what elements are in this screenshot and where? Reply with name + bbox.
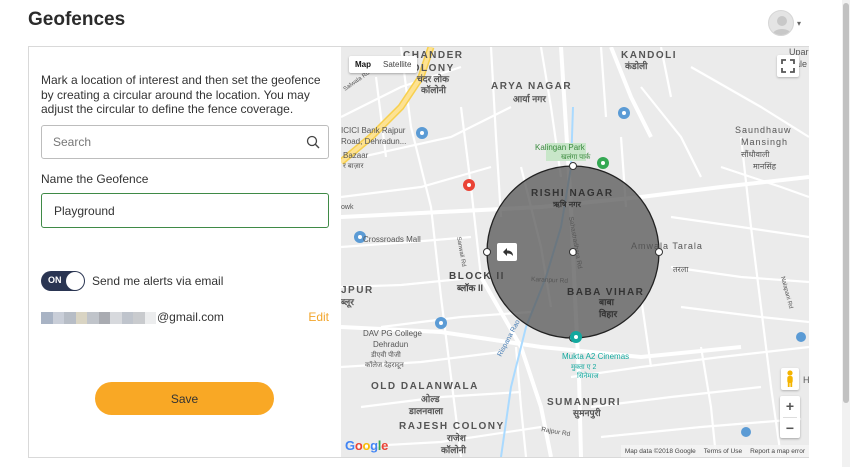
map-label: र बाज़ार — [343, 163, 364, 170]
redacted-email-user — [41, 312, 156, 324]
map-label: मानसिंह — [753, 161, 777, 171]
terms-link[interactable]: Terms of Use — [704, 448, 742, 455]
map-type-control: Map Satellite — [349, 56, 418, 73]
scrollbar-thumb[interactable] — [843, 3, 849, 403]
map-label: Mukta A2 Cinemas — [562, 352, 629, 361]
map-label: कॉलोनी — [440, 444, 467, 455]
alert-toggle[interactable]: ON — [41, 271, 85, 291]
geofence-name-input[interactable] — [42, 194, 322, 227]
zoom-in-button[interactable]: + — [780, 396, 800, 417]
map-label: SUMANPURI — [547, 397, 621, 408]
map-label: OLD DALANWALA — [371, 381, 479, 392]
map-label: ओल्ड — [421, 393, 441, 404]
chevron-down-icon[interactable]: ▾ — [797, 19, 801, 28]
geofence-card: Mark a location of interest and then set… — [28, 46, 809, 458]
email-row: @gmail.com Edit — [41, 309, 329, 327]
map-label: सौंधौवाली — [741, 149, 770, 159]
alert-toggle-row: ON Send me alerts via email — [41, 271, 223, 291]
map-label: Dehradun — [373, 340, 408, 349]
edit-email-link[interactable]: Edit — [308, 310, 329, 324]
map-label: Saundhauw — [735, 125, 792, 135]
geofences-page: Geofences ▾ Mark a location of interest … — [0, 0, 850, 467]
map-label: मुक्ता ए 2 — [571, 364, 597, 371]
map-label: RAJESH COLONY — [399, 421, 505, 432]
geofence-form: Mark a location of interest and then set… — [29, 47, 341, 457]
map-label: BLOCK II — [449, 271, 505, 282]
map-label: राजेश — [446, 432, 467, 443]
toggle-knob — [66, 272, 84, 290]
name-label: Name the Geofence — [41, 172, 149, 186]
report-map-error-link[interactable]: Report a map error — [750, 448, 805, 455]
map-label: owk — [341, 204, 354, 211]
intro-text: Mark a location of interest and then set… — [41, 73, 321, 117]
search-icon[interactable] — [306, 135, 320, 149]
map-view[interactable]: CHANDER COLONY चंदर लोक कॉलोनी KANDOLI क… — [341, 47, 809, 457]
map-label: बाबा — [598, 297, 615, 307]
map-label: कॉलोनी — [420, 84, 447, 95]
user-avatar-icon[interactable] — [768, 10, 794, 36]
map-label: कॉलेज देहरादून — [365, 360, 404, 370]
toggle-state-text: ON — [48, 275, 62, 285]
circle-handle-left[interactable] — [483, 248, 491, 256]
map-label: RISHI NAGAR — [531, 188, 614, 199]
circle-handle-top[interactable] — [569, 162, 577, 170]
map-label: आर्या नगर — [513, 93, 546, 104]
map-label: तरला — [673, 265, 689, 274]
map-label: विहार — [598, 308, 617, 319]
save-button[interactable]: Save — [95, 382, 274, 415]
map-label: ऋषि नगर — [552, 199, 582, 209]
map-label: कंडोली — [624, 60, 648, 71]
map-label: DAV PG College — [363, 329, 423, 338]
pegman-icon[interactable] — [781, 368, 799, 390]
map-label: ARYA NAGAR — [491, 81, 572, 92]
map-type-satellite[interactable]: Satellite — [377, 56, 417, 73]
fullscreen-icon[interactable] — [777, 55, 799, 77]
map-label: ब्लूर — [341, 297, 354, 308]
search-input[interactable] — [42, 126, 292, 158]
map-canvas[interactable]: CHANDER COLONY चंदर लोक कॉलोनी KANDOLI क… — [341, 47, 809, 457]
map-label: चंदर लोक — [416, 73, 450, 84]
map-label: Bazaar — [343, 151, 369, 160]
map-label: Road, Dehradun... — [341, 137, 406, 146]
zoom-out-button[interactable]: − — [780, 418, 800, 439]
map-label: KANDOLI — [621, 50, 677, 61]
map-type-map[interactable]: Map — [349, 56, 377, 73]
undo-icon[interactable] — [497, 243, 517, 261]
user-menu[interactable]: ▾ — [768, 10, 801, 36]
map-label: Mansingh — [741, 137, 788, 147]
map-label: ब्लॉक II — [456, 282, 483, 293]
page-title: Geofences — [28, 9, 126, 30]
map-label: Kalingan Park — [535, 143, 586, 152]
map-label: खलंगा पार्क — [561, 152, 591, 161]
map-label: H — [803, 375, 809, 385]
map-label: डीएवी पीजी — [370, 350, 401, 359]
map-label: Amwala Tarala — [631, 241, 703, 251]
map-label: ICICI Bank Rajpur — [341, 126, 406, 135]
alert-label: Send me alerts via email — [92, 274, 224, 288]
map-label: डालनवाला — [408, 406, 444, 416]
map-data-credit: Map data ©2018 Google — [624, 447, 696, 455]
google-logo[interactable]: Google — [345, 438, 388, 453]
map-label: सुमनपुरी — [572, 407, 601, 419]
map-attribution: Map data ©2018 Google Terms of Use Repor… — [620, 445, 809, 457]
map-label: Crossroads Mall — [363, 235, 421, 244]
map-label: JPUR — [341, 285, 374, 296]
name-field[interactable] — [41, 193, 329, 228]
map-label: सिनेमाज — [577, 371, 599, 380]
search-box[interactable] — [41, 125, 329, 159]
email-domain: @gmail.com — [157, 310, 224, 324]
zoom-control: + − — [780, 396, 800, 438]
